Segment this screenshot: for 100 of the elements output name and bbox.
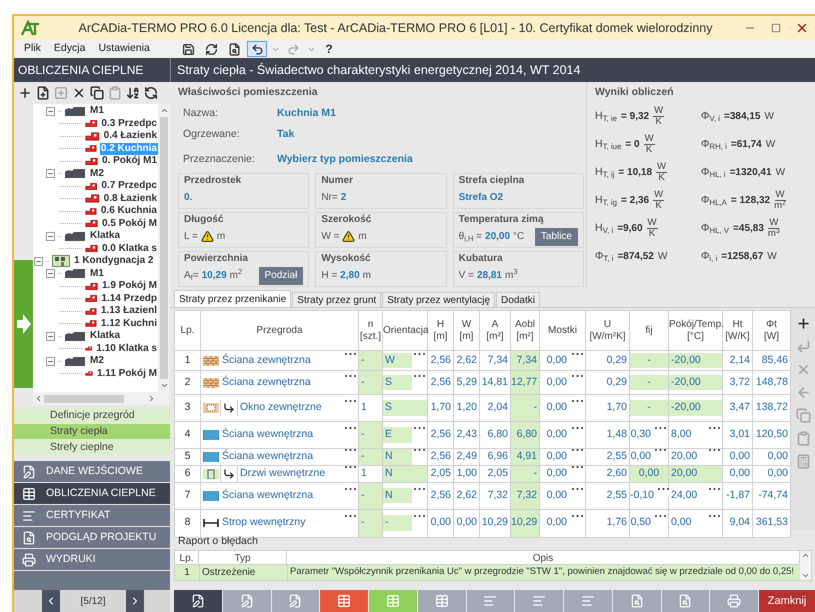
area-cell: 6,80 (510, 422, 540, 448)
tree-item[interactable]: 0.8 Łazienk (102, 192, 158, 205)
swap-button[interactable] (144, 84, 158, 102)
field-label: Nr= (321, 192, 338, 204)
delete-icon (72, 86, 86, 100)
undo-button[interactable] (247, 41, 267, 57)
expand-toggle[interactable] (46, 169, 55, 178)
section-item[interactable]: Strefy cieplne (14, 440, 170, 455)
unit-label: m (362, 270, 371, 282)
tree-item[interactable]: 0.4 Łazienk (102, 130, 158, 142)
section-item[interactable]: Definicje przegród (14, 408, 170, 423)
table-row[interactable]: 7 Ściana wewnętrzna - N 2,56 2,62 7,32 7,32 0,00 2,55 -0,10 24,00 -1,87 -74,74 (174, 482, 790, 509)
tree-item[interactable]: 1.13 Łazienl (100, 305, 158, 318)
previous-button[interactable] (42, 590, 60, 612)
table-cell: 1,20 (454, 394, 480, 422)
printer-icon (727, 594, 742, 608)
expand-toggle[interactable] (46, 232, 55, 241)
tree-item[interactable]: 1.9 Pokój M (100, 280, 158, 292)
field-label: H = (321, 270, 338, 282)
room-icon (85, 306, 97, 317)
table-cell: 0,00 (454, 509, 480, 537)
table-cell: 1,70 (428, 394, 454, 422)
tree-item[interactable]: 0.6 Kuchnia (100, 205, 158, 218)
dots-icon (345, 352, 356, 355)
scroll-thumb[interactable] (44, 394, 124, 402)
nav-item[interactable]: WYDRUKI (14, 549, 170, 570)
tree-item[interactable]: 1.12 Kuchni (100, 318, 158, 330)
brick-wall-icon (203, 378, 219, 388)
tree-item[interactable]: 0. Pokój M1 (100, 155, 158, 168)
table-cell: 2,56 (428, 448, 454, 466)
field-value: 28,81 (476, 270, 502, 282)
scroll-thumb[interactable] (160, 117, 168, 379)
nav-item[interactable]: OBLICZENIA CIEPLNE (14, 483, 170, 504)
copy-button[interactable] (90, 84, 104, 102)
section-item[interactable]: Straty ciepła (14, 424, 170, 439)
result-value: =61,74 (730, 138, 762, 152)
help-button[interactable]: ? (319, 41, 339, 57)
table-row[interactable]: 8 Strop wewnętrzny - - 0,00 0,00 10,29 10,29 0,00 1,76 0,50 0,00 9,04 361,53 (174, 509, 790, 537)
menu-item[interactable]: Ustawienia (98, 41, 150, 57)
unit-fraction: W K (653, 190, 664, 212)
action-button[interactable]: Podział (258, 266, 304, 285)
report-row[interactable]: 1 Ostrzeżenie Parametr "Współczynnik przenikania Uc" w przegrodzie "STW 1", powinien znajdować się w przedziale od 0,00 do 0,25! (175, 565, 800, 580)
room-icon (85, 280, 98, 292)
table-row[interactable]: 4 Ściana wewnętrzna - E 2,56 2,43 6,80 6,80 0,00 1,48 0,30 8,00 3,01 120,50 (174, 422, 790, 448)
temperature-cell: 20,00 (669, 466, 722, 482)
expand-toggle[interactable] (46, 356, 55, 366)
nav-item[interactable]: PODGLĄD PROJEKTU (14, 527, 170, 548)
property-value: Wybierz typ pomieszczenia (277, 152, 414, 167)
tree-item[interactable]: Klatka (89, 230, 122, 242)
tree-item[interactable]: M1 (89, 105, 105, 118)
room-icon (85, 156, 98, 167)
nav-item[interactable]: DANE WEJŚCIOWE (14, 461, 170, 482)
tree-item[interactable]: 0.3 Przedpc (100, 118, 158, 130)
tree-item[interactable]: 1.11 Pokój M (96, 368, 158, 380)
menu-item[interactable]: Edycja (54, 41, 86, 57)
tab[interactable]: Straty przez wentylację (382, 292, 496, 307)
field-label: L = (184, 230, 198, 243)
expand-toggle[interactable] (46, 269, 55, 278)
table-button[interactable] (320, 590, 368, 612)
tab[interactable]: Straty przez grunt (292, 292, 382, 307)
nav-item[interactable]: CERTYFIKAT (14, 505, 170, 526)
tree-item[interactable]: 1 Kondygnacja 2 (73, 255, 154, 268)
table-row[interactable]: 1 Ściana zewnętrzna - W 2,56 2,62 7,34 7,34 0,00 0,29 - -20,00 2,14 85,46 (174, 350, 790, 370)
tree-item[interactable]: 0.5 Pokój M (100, 218, 158, 230)
table-row[interactable]: 6 Drzwi wewnętrzne 1 N 2,05 1,00 2,05 - 0,00 2,60 0,00 20,00 0,00 0,00 (174, 465, 790, 482)
action-button[interactable]: Tablice (534, 228, 578, 246)
table-cell-text: 0,00 (546, 449, 568, 464)
table-row[interactable]: 2 Ściana zewnętrzna - S 2,56 5,29 14,81 12,77 0,00 0,29 - -20,00 3,72 148,78 (174, 370, 790, 394)
tab[interactable]: Straty przez przenikanie (174, 290, 292, 307)
table-row[interactable]: 3 Okno zewnętrzne 1 S 1,70 1,20 2,04 - 0,00 1,70 - -20,00 3,47 138,72 (174, 394, 790, 422)
horizontal-scrollbar[interactable] (33, 392, 170, 405)
tree-item[interactable]: Klatka (89, 330, 122, 342)
file-edit-icon (240, 594, 254, 608)
table-row[interactable]: 5 Ściana wewnętrzna - N 2,56 2,49 6,96 4,91 0,00 2,55 0,00 20,00 0,00 0,00 (174, 448, 790, 466)
tree-item[interactable]: 0.0 Klatka s (100, 242, 158, 255)
tree-item[interactable]: 1.14 Przedp (100, 292, 158, 305)
file-edit-icon (22, 464, 36, 478)
column-header: Lp. (174, 310, 200, 350)
tab[interactable]: Dodatki (496, 292, 540, 307)
tree-item[interactable]: 0.7 Przedpc (100, 180, 158, 192)
tree-item[interactable]: 1.10 Klatka s (95, 342, 158, 355)
expand-toggle[interactable] (46, 106, 55, 116)
tree-item[interactable]: M2 (89, 168, 105, 180)
edit-button[interactable] (174, 590, 222, 612)
new-doc-button[interactable] (36, 84, 50, 102)
vertical-scrollbar[interactable] (158, 104, 170, 392)
fij-cell-text: 0,50 (630, 515, 652, 530)
menu-item[interactable]: Plik (24, 41, 41, 57)
vertical-scrollbar[interactable] (800, 551, 811, 580)
expand-panel-handle[interactable] (14, 260, 33, 388)
orientation-cell: N (383, 449, 412, 465)
close-app-button[interactable]: Zamknij (759, 590, 815, 612)
expand-toggle[interactable] (46, 332, 55, 341)
expand-toggle[interactable] (34, 256, 43, 266)
scroll-down-icon (160, 381, 168, 390)
next-button[interactable] (126, 590, 144, 612)
table-cell-text: 0,00 (546, 352, 568, 368)
group-title: Numer (321, 174, 354, 187)
tree-item[interactable]: M1 (89, 268, 105, 280)
tree-item[interactable]: M2 (89, 355, 105, 368)
